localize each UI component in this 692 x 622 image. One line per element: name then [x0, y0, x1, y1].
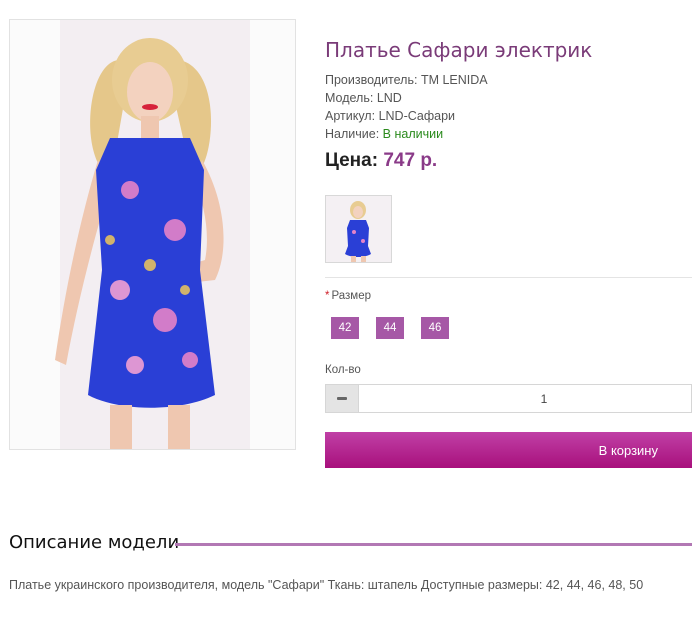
availability-value: В наличии: [382, 127, 444, 141]
price-label: Цена:: [325, 150, 379, 171]
description-text: Платье украинского производителя, модель…: [9, 578, 644, 592]
model-label: Модель:: [325, 91, 374, 105]
quantity-minus-button[interactable]: [326, 385, 359, 412]
required-mark: *: [325, 290, 330, 302]
price-value: 747 р.: [383, 150, 438, 171]
add-to-cart-button[interactable]: В корзину: [325, 432, 692, 468]
size-option-42[interactable]: 42: [331, 317, 359, 339]
divider: [325, 277, 692, 278]
product-meta: Производитель: TM LENIDA Модель: LND Арт…: [325, 71, 488, 143]
size-option-46[interactable]: 46: [421, 317, 449, 339]
minus-icon: [337, 397, 347, 400]
price: Цена: 747 р.: [325, 150, 437, 172]
availability-row: Наличие: В наличии: [325, 125, 488, 143]
description-heading: Описание модели: [9, 532, 180, 553]
size-label-text: Размер: [331, 290, 372, 302]
product-title: Платье Сафари электрик: [325, 38, 593, 62]
sku-row: Артикул: LND-Сафари: [325, 107, 488, 125]
quantity-label: Кол-во: [325, 364, 361, 376]
description-heading-line: [175, 543, 692, 546]
product-thumbnail[interactable]: [325, 195, 392, 263]
sku-label: Артикул:: [325, 109, 376, 123]
model-value: LND: [376, 91, 402, 105]
manufacturer-row: Производитель: TM LENIDA: [325, 71, 488, 89]
manufacturer-value[interactable]: TM LENIDA: [421, 73, 488, 87]
quantity-stepper: [325, 384, 692, 413]
manufacturer-label: Производитель:: [325, 73, 418, 87]
quantity-input[interactable]: [359, 385, 691, 412]
model-row: Модель: LND: [325, 89, 488, 107]
availability-label: Наличие:: [325, 127, 380, 141]
product-main-image[interactable]: [9, 19, 296, 450]
size-label: * Размер: [325, 290, 371, 302]
sku-value: LND-Сафари: [378, 109, 456, 123]
size-option-44[interactable]: 44: [376, 317, 404, 339]
size-options: 42 44 46: [331, 317, 449, 339]
